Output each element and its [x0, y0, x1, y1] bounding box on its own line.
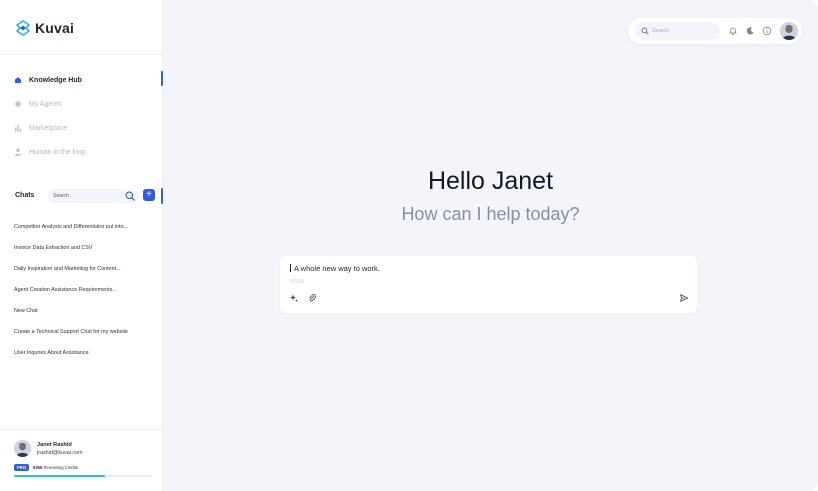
- app-window: Kuvai Knowledge Hub My Agents Marketplac…: [0, 0, 818, 491]
- chat-search-input[interactable]: [53, 191, 117, 201]
- nav-label: Marketplace: [29, 124, 68, 132]
- chat-list-item[interactable]: Create a Technical Support Chat for my w…: [0, 321, 163, 342]
- brand-logo[interactable]: Kuvai: [15, 20, 74, 36]
- send-icon[interactable]: [679, 293, 689, 303]
- chat-list-item[interactable]: Daily Inspiration and Marketing for Cont…: [0, 258, 163, 279]
- user-avatar[interactable]: [780, 22, 798, 40]
- chats-header: Chats +: [0, 188, 163, 204]
- agent-icon: [14, 100, 22, 108]
- character-counter: 0/500: [290, 279, 304, 285]
- home-icon: [14, 76, 22, 84]
- chat-search: [48, 189, 138, 203]
- search-icon: [641, 27, 649, 35]
- chats-title: Chats: [15, 192, 35, 199]
- greeting-title: Hello Janet: [427, 167, 554, 195]
- plus-icon: +: [146, 189, 152, 200]
- sparkle-icon[interactable]: [289, 293, 299, 303]
- credits-progress: [14, 475, 152, 477]
- bar-chart-icon: [14, 124, 22, 132]
- message-composer[interactable]: A whole new way to work. 0/500: [280, 256, 697, 313]
- chat-list-item[interactable]: Competitor Analysis and Differentiator p…: [0, 216, 163, 237]
- credits-value: 9356: [33, 465, 43, 470]
- profile-email: jrashid@kuvai.com: [37, 450, 83, 456]
- top-bar: [628, 18, 802, 44]
- composer-input-text: A whole new way to work.: [294, 264, 380, 273]
- new-chat-button[interactable]: +: [143, 189, 155, 201]
- moon-icon[interactable]: [745, 26, 755, 36]
- person-icon: [14, 148, 22, 156]
- global-search-input[interactable]: [652, 26, 712, 36]
- divider: [0, 54, 163, 55]
- chat-list-item[interactable]: New Chat: [0, 300, 163, 321]
- avatar-image: [780, 22, 798, 40]
- credits-progress-fill: [14, 475, 106, 477]
- divider: [0, 429, 163, 430]
- profile-name: Janet Rashid: [37, 442, 72, 448]
- plan-badge: PRO: [14, 464, 30, 471]
- info-icon[interactable]: [762, 26, 772, 36]
- chat-list-item[interactable]: User Inquires About Assistance: [0, 342, 163, 363]
- credits-text: 9356 Remaining Credits: [33, 465, 78, 470]
- chat-list-item[interactable]: Invoice Data Extraction and CSV: [0, 237, 163, 258]
- nav-item-knowledge-hub[interactable]: Knowledge Hub: [0, 68, 163, 92]
- kuvai-logo-icon: [16, 20, 30, 36]
- nav-item-human-in-the-loop[interactable]: Human in the loop: [0, 140, 163, 164]
- nav-item-my-agents[interactable]: My Agents: [0, 92, 163, 116]
- global-search: [635, 22, 720, 40]
- text-caret: [290, 264, 291, 272]
- nav-label: My Agents: [29, 100, 62, 108]
- search-icon[interactable]: [125, 191, 135, 201]
- main-nav: Knowledge Hub My Agents Marketplace Huma…: [0, 68, 163, 164]
- composer-input[interactable]: A whole new way to work.: [290, 264, 380, 273]
- brand-name: Kuvai: [35, 20, 75, 36]
- credits-label: Remaining Credits: [43, 465, 78, 470]
- chat-list-item[interactable]: Agent Creation Assistance Requirements..…: [0, 279, 163, 300]
- sidebar: Kuvai Knowledge Hub My Agents Marketplac…: [0, 0, 163, 491]
- nav-label: Knowledge Hub: [29, 76, 82, 84]
- bell-icon[interactable]: [728, 26, 738, 36]
- avatar[interactable]: [14, 440, 31, 457]
- chat-list: Competitor Analysis and Differentiator p…: [0, 216, 163, 363]
- greeting-subtitle: How can I help today?: [401, 204, 580, 224]
- nav-item-marketplace[interactable]: Marketplace: [0, 116, 163, 140]
- avatar-image: [14, 440, 31, 457]
- paperclip-icon[interactable]: [307, 293, 317, 303]
- nav-label: Human in the loop: [29, 148, 86, 156]
